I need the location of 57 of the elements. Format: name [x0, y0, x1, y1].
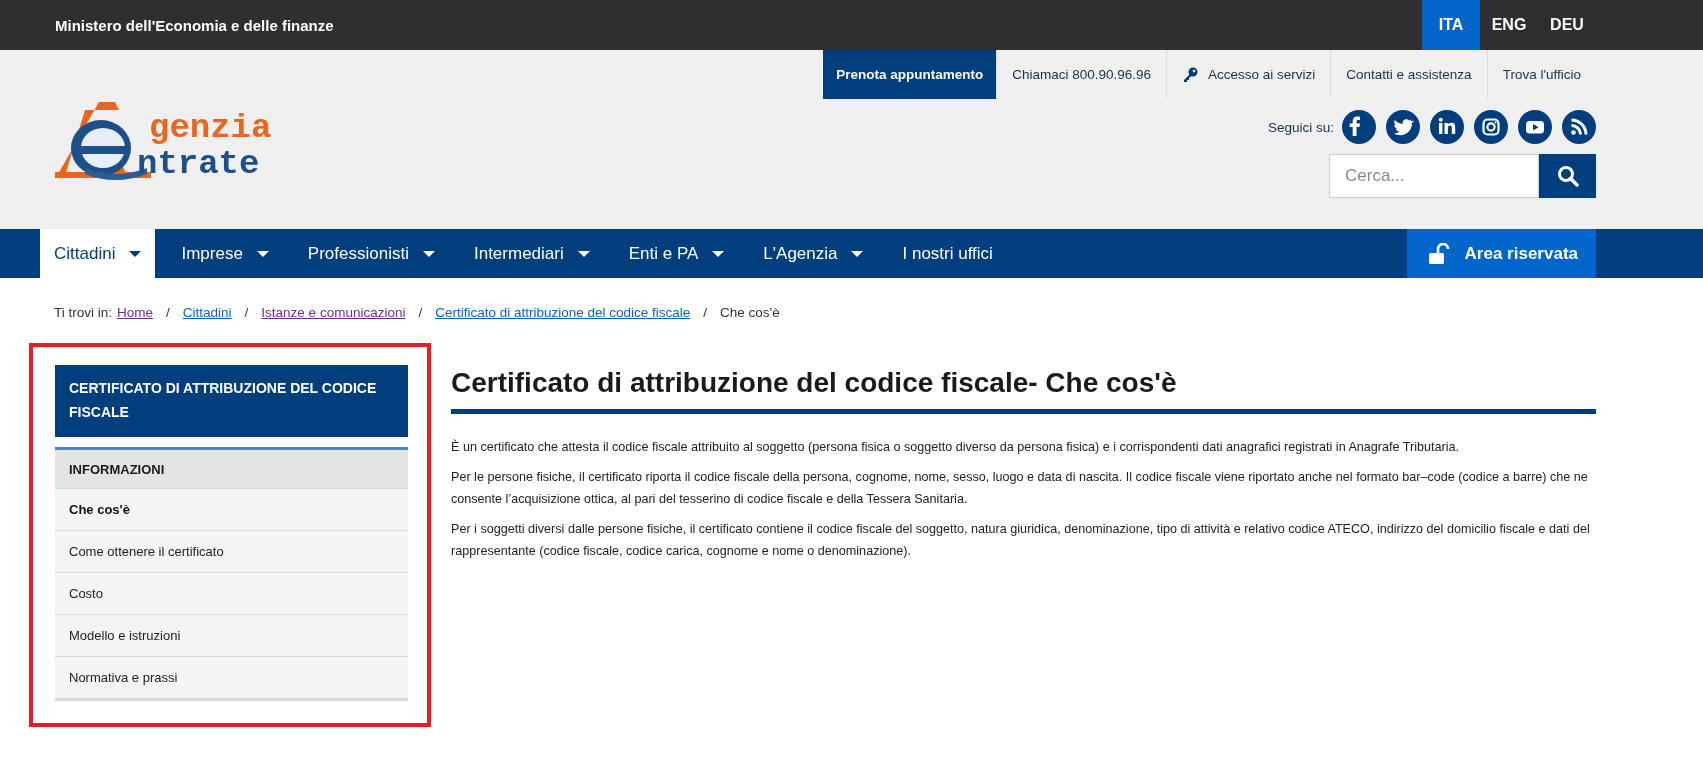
nav-tab[interactable]: Professionisti	[294, 229, 448, 278]
nav-tab[interactable]: I nostri uffici	[889, 229, 1006, 278]
linkedin-icon	[1430, 110, 1464, 144]
ministry-title: Ministero dell'Economia e delle finanze	[55, 16, 334, 34]
paragraph: Per i soggetti diversi dalle persone fisiche, il certificato contiene il codice fiscale del soggetto, natura giuridica, denominazione, tipo di attività e relativo codice ATECO, indirizzo del domicilio fiscale e dati del rappresentante (codice fiscale, codice carica, cognome e nome o denominazione).	[451, 521, 1591, 560]
utility-link[interactable]: Contatti e assistenza	[1331, 50, 1488, 99]
page-title: Certificato di attribuzione del codice fiscale- Che cos'è	[451, 367, 1596, 414]
rss-icon	[1562, 110, 1596, 144]
facebook-icon	[1342, 110, 1376, 144]
caret-down-icon	[256, 250, 269, 257]
sidebar-item[interactable]: Come ottenere il certificato	[55, 531, 408, 573]
language-tab[interactable]: DEU	[1538, 0, 1596, 50]
language-tab[interactable]: ITA	[1422, 0, 1480, 50]
follow-label: Seguici su:	[1267, 119, 1334, 135]
reserved-area-button[interactable]: Area riservata	[1406, 229, 1596, 278]
breadcrumb-link[interactable]: Home	[117, 305, 154, 320]
key-icon	[1182, 66, 1198, 83]
breadcrumb-link[interactable]: Certificato di attribuzione del codice fiscale	[435, 305, 691, 320]
logo-text: ntrate	[137, 146, 261, 182]
twitter-icon	[1386, 110, 1420, 144]
nav-tab[interactable]: Imprese	[168, 229, 282, 278]
search-button[interactable]	[1539, 154, 1596, 198]
play-button-icon	[1518, 110, 1552, 144]
breadcrumb-separator: /	[703, 305, 708, 320]
caret-down-icon	[712, 250, 725, 257]
breadcrumb-current: Che cos'è	[720, 305, 780, 320]
nav-tab[interactable]: Intermediari	[460, 229, 603, 278]
search-icon	[1556, 165, 1579, 187]
sidebar-section-header: INFORMAZIONI	[55, 447, 408, 489]
breadcrumb-link[interactable]: Istanze e comunicazioni	[261, 305, 406, 320]
breadcrumb-label: Ti trovi in:	[54, 305, 112, 320]
nav-tab[interactable]: Enti e PA	[615, 229, 738, 278]
caret-down-icon	[422, 250, 435, 257]
breadcrumb-separator: /	[418, 305, 423, 320]
sidebar-item[interactable]: Normativa e prassi	[55, 657, 408, 701]
breadcrumb-separator: /	[244, 305, 249, 320]
breadcrumb-link[interactable]: Cittadini	[182, 305, 232, 320]
instagram-icon	[1474, 110, 1508, 144]
sidebar-title: CERTIFICATO DI ATTRIBUZIONE DEL CODICE FISCALE	[55, 365, 408, 437]
sidebar-item[interactable]: Che cos'è	[55, 489, 408, 531]
sidebar-item[interactable]: Modello e istruzioni	[55, 615, 408, 657]
nav-tab[interactable]: L'Agenzia	[750, 229, 877, 278]
sidebar-item[interactable]: Costo	[55, 573, 408, 615]
search-field[interactable]: Cerca...	[1329, 154, 1539, 198]
paragraph: È un certificato che attesta il codice fiscale attribuito al soggetto (persona fisica o soggetto diverso da persona fisica) e i corrispondenti dati anagrafici registrati in Anagrafe Tributaria.	[451, 438, 1461, 456]
utility-link[interactable]: Trova l'ufficio	[1487, 50, 1596, 99]
appointment-button[interactable]: Prenota appuntamento	[823, 50, 998, 99]
language-tab[interactable]: ENG	[1480, 0, 1538, 50]
caret-down-icon	[129, 250, 142, 257]
paragraph: Per le persone fisiche, il certificato riporta il codice fiscale della persona, cognome, nome, sesso, luogo e data di nascita. Il codice fiscale viene riportato anche nel formato bar–code (codice a barre) che ne consente l’acquisizione ottica, al pari del tesserino di codice fiscale e della Tessera Sanitaria.	[451, 469, 1589, 508]
nav-tab[interactable]: Cittadini	[40, 229, 156, 278]
caret-down-icon	[577, 250, 590, 257]
utility-link[interactable]: Chiamaci 800.90.96.96	[997, 50, 1167, 99]
breadcrumb-separator: /	[166, 305, 170, 320]
utility-link[interactable]: Accesso ai servizi	[1167, 50, 1332, 99]
caret-down-icon	[851, 250, 864, 257]
logo-text: genzia	[149, 110, 272, 146]
